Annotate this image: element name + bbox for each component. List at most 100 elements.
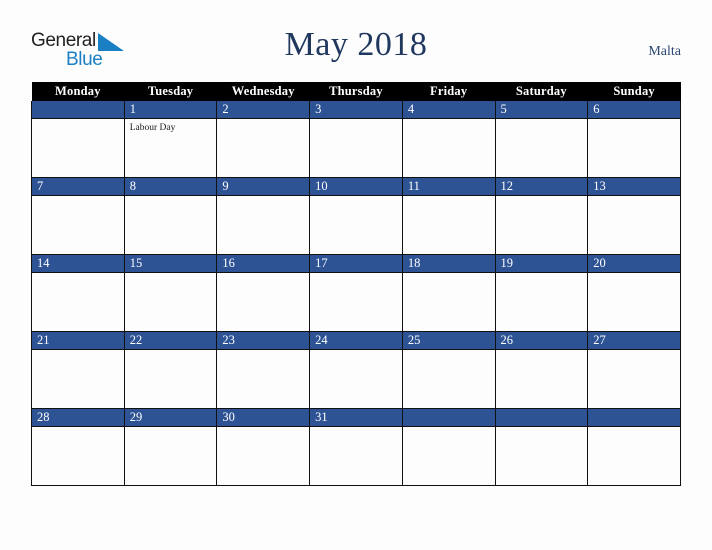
day-number: 4 — [402, 101, 495, 119]
day-number: 12 — [495, 178, 588, 196]
day-events — [496, 119, 588, 122]
day-number — [588, 409, 680, 427]
day-events — [310, 273, 402, 276]
calendar-day-cell[interactable]: 7 — [31, 177, 125, 255]
day-number — [495, 409, 588, 427]
day-number: 24 — [310, 332, 402, 350]
day-events — [588, 119, 680, 122]
calendar-day-cell[interactable]: 2 — [216, 101, 311, 178]
day-events — [217, 119, 309, 122]
day-number: 25 — [402, 332, 495, 350]
calendar-day-cell[interactable]: 24 — [309, 331, 403, 409]
calendar-day-cell[interactable]: 21 — [31, 331, 125, 409]
weekday-header-friday: Friday — [402, 82, 496, 101]
calendar-day-cell[interactable]: 16 — [216, 254, 311, 332]
calendar-day-cell[interactable]: 6 — [587, 101, 681, 178]
day-events — [32, 350, 124, 353]
day-number: 22 — [124, 332, 217, 350]
day-number: 26 — [495, 332, 588, 350]
calendar-week-row: 14 15 16 17 18 19 20 — [31, 254, 681, 332]
day-number: 19 — [495, 255, 588, 273]
calendar-empty-cell[interactable] — [31, 101, 125, 178]
calendar-day-cell[interactable]: 8 — [123, 177, 218, 255]
day-number: 2 — [217, 101, 310, 119]
calendar-day-cell[interactable]: 20 — [587, 254, 681, 332]
calendar-day-cell[interactable]: 15 — [123, 254, 218, 332]
day-events — [496, 350, 588, 353]
calendar-day-cell[interactable]: 12 — [494, 177, 589, 255]
calendar-day-cell[interactable]: 29 — [123, 408, 218, 486]
day-number: 13 — [588, 178, 680, 196]
weekday-header-thursday: Thursday — [309, 82, 403, 101]
region-label: Malta — [648, 44, 681, 59]
month-calendar-grid: Monday Tuesday Wednesday Thursday Friday… — [31, 82, 681, 486]
calendar-week-row: 28 29 30 31 — [31, 408, 681, 486]
calendar-day-cell[interactable]: 26 — [494, 331, 589, 409]
day-events — [403, 196, 495, 199]
day-number: 18 — [402, 255, 495, 273]
day-number: 6 — [588, 101, 680, 119]
day-events — [217, 196, 309, 199]
calendar-week-row: 1 Labour Day 2 3 4 5 6 — [31, 101, 681, 178]
calendar-day-cell[interactable]: 17 — [309, 254, 403, 332]
calendar-day-cell[interactable]: 1 Labour Day — [123, 101, 218, 178]
calendar-body: 1 Labour Day 2 3 4 5 6 7 8 9 10 11 12 13 14 15 16 17 18 19 2… — [31, 101, 681, 486]
calendar-day-cell[interactable]: 4 — [401, 101, 496, 178]
day-events — [496, 196, 588, 199]
calendar-day-cell[interactable]: 23 — [216, 331, 311, 409]
day-events — [125, 350, 217, 353]
day-events — [403, 119, 495, 122]
day-number: 31 — [310, 409, 402, 427]
day-events — [310, 119, 402, 122]
calendar-day-cell[interactable]: 9 — [216, 177, 311, 255]
day-events — [588, 427, 680, 430]
day-events — [217, 427, 309, 430]
calendar-day-cell[interactable]: 13 — [587, 177, 681, 255]
day-events — [403, 350, 495, 353]
day-number: 20 — [588, 255, 680, 273]
day-events — [588, 196, 680, 199]
day-events — [125, 427, 217, 430]
day-number: 11 — [402, 178, 495, 196]
calendar-day-cell[interactable]: 30 — [216, 408, 311, 486]
calendar-day-cell[interactable]: 27 — [587, 331, 681, 409]
calendar-week-row: 7 8 9 10 11 12 13 — [31, 177, 681, 255]
day-events — [588, 273, 680, 276]
day-events — [403, 273, 495, 276]
calendar-day-cell[interactable]: 19 — [494, 254, 589, 332]
day-number: 21 — [32, 332, 124, 350]
calendar-day-cell[interactable]: 28 — [31, 408, 125, 486]
calendar-empty-cell[interactable] — [401, 408, 496, 486]
day-number: 23 — [217, 332, 310, 350]
calendar-week-row: 21 22 23 24 25 26 27 — [31, 331, 681, 409]
calendar-empty-cell[interactable] — [494, 408, 589, 486]
calendar-day-cell[interactable]: 14 — [31, 254, 125, 332]
day-number: 28 — [32, 409, 124, 427]
day-events — [310, 427, 402, 430]
day-events — [217, 273, 309, 276]
calendar-day-cell[interactable]: 3 — [309, 101, 403, 178]
day-number: 16 — [217, 255, 310, 273]
day-number — [32, 101, 124, 119]
day-number: 15 — [124, 255, 217, 273]
day-number: 27 — [588, 332, 680, 350]
page-header: General Blue May 2018 Malta — [0, 0, 712, 82]
day-number: 30 — [217, 409, 310, 427]
calendar-day-cell[interactable]: 10 — [309, 177, 403, 255]
day-events — [32, 196, 124, 199]
day-number: 17 — [310, 255, 402, 273]
calendar-day-cell[interactable]: 11 — [401, 177, 496, 255]
calendar-day-cell[interactable]: 25 — [401, 331, 496, 409]
calendar-day-cell[interactable]: 31 — [309, 408, 403, 486]
day-number: 3 — [310, 101, 402, 119]
calendar-day-cell[interactable]: 22 — [123, 331, 218, 409]
day-event-label: Labour Day — [129, 123, 176, 133]
day-number: 5 — [495, 101, 588, 119]
weekday-header-monday: Monday — [31, 82, 125, 101]
day-number: 8 — [124, 178, 217, 196]
day-number: 1 — [124, 101, 217, 119]
day-number: 7 — [32, 178, 124, 196]
calendar-empty-cell[interactable] — [587, 408, 681, 486]
calendar-day-cell[interactable]: 5 — [494, 101, 589, 178]
calendar-day-cell[interactable]: 18 — [401, 254, 496, 332]
